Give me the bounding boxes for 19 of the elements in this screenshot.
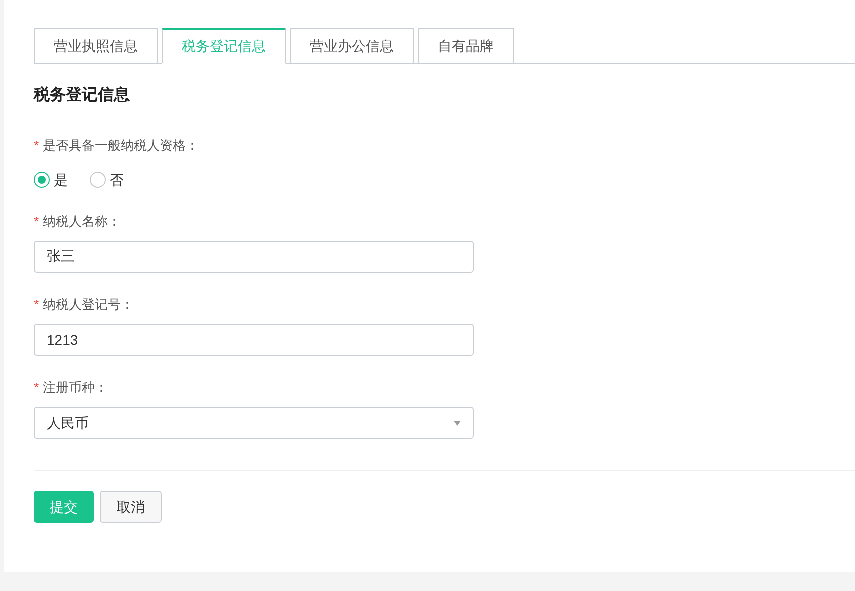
radio-option[interactable]: 否	[90, 170, 124, 190]
radio-option[interactable]: 是	[34, 170, 68, 190]
cancel-button[interactable]: 取消	[100, 491, 162, 523]
required-mark: *	[34, 137, 40, 156]
required-mark: *	[34, 296, 40, 314]
field-label: 注册币种：	[43, 379, 108, 398]
field-label: 纳税人登记号：	[43, 296, 134, 314]
input-field[interactable]: 1213	[34, 324, 474, 356]
select-field[interactable]: 人民币	[34, 407, 474, 439]
tab[interactable]: 自有品牌	[418, 28, 514, 64]
tab[interactable]: 营业执照信息	[34, 28, 158, 64]
required-mark: *	[34, 213, 40, 232]
input-field[interactable]: 张三	[34, 241, 474, 273]
field-label: 是否具备一般纳税人资格：	[43, 137, 200, 156]
field-label: 纳税人名称：	[43, 213, 122, 232]
section-title: 税务登记信息	[34, 85, 131, 106]
required-mark: *	[34, 379, 40, 398]
caret-icon	[454, 420, 461, 426]
tab[interactable]: 营业办公信息	[290, 28, 414, 64]
